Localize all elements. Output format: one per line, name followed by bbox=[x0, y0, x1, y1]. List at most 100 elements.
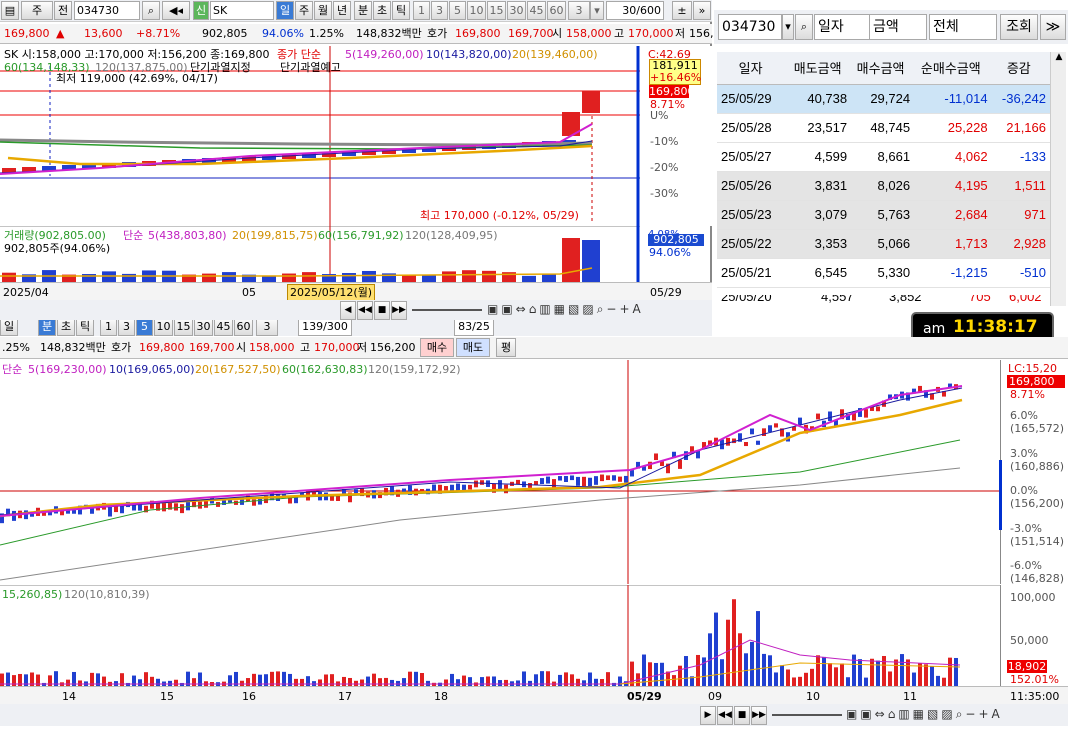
code-input-right[interactable]: 034730 bbox=[718, 14, 782, 40]
sell-button[interactable]: 매도 bbox=[456, 338, 490, 357]
col-change[interactable]: 증감 bbox=[991, 52, 1050, 85]
ask1-2: 169,800 bbox=[139, 341, 185, 354]
rewind-button-2[interactable]: ▶ bbox=[700, 706, 716, 725]
table-row[interactable]: 25/05/26 3,831 8,026 4,195 1,511 bbox=[717, 171, 1050, 201]
volume-bar bbox=[492, 676, 496, 686]
volume-bar bbox=[756, 611, 760, 686]
stop-button[interactable]: ■ bbox=[374, 301, 390, 320]
ask-label-2: 호가 bbox=[111, 341, 132, 354]
interval-60[interactable]: 60 bbox=[547, 1, 566, 20]
interval2-3[interactable]: 3 bbox=[118, 320, 135, 336]
prev-button[interactable]: ◀◀ bbox=[357, 301, 373, 320]
unit-input[interactable]: 3 bbox=[568, 1, 590, 20]
unit-input-2[interactable]: 3 bbox=[256, 320, 278, 336]
axis2-p3: -3.0% bbox=[1010, 522, 1042, 535]
volume-bar bbox=[846, 677, 850, 686]
volume-bar bbox=[202, 273, 216, 282]
candle bbox=[12, 510, 16, 521]
search-icon[interactable]: ⌕ bbox=[142, 1, 160, 20]
col-net[interactable]: 순매수금액 bbox=[914, 52, 992, 85]
tool-icons-2[interactable]: ▣▣⇔⌂▥▦▧▨⌕−+A bbox=[846, 707, 1066, 723]
plus-minus-icon[interactable]: ± bbox=[672, 1, 692, 20]
tab-second-2[interactable]: 초 bbox=[57, 320, 75, 336]
speaker-icon[interactable]: ◀◂ bbox=[162, 1, 190, 20]
tab-tick-2[interactable]: 틱 bbox=[76, 320, 94, 336]
interval2-45[interactable]: 45 bbox=[214, 320, 233, 336]
cell-date: 25/05/21 bbox=[717, 258, 789, 288]
interval-10[interactable]: 10 bbox=[467, 1, 486, 20]
cell-net: 4,195 bbox=[914, 171, 992, 201]
interval-45[interactable]: 45 bbox=[527, 1, 546, 20]
table-row[interactable]: 25/05/27 4,599 8,661 4,062 -133 bbox=[717, 142, 1050, 172]
cell-date: 25/05/27 bbox=[717, 142, 789, 172]
table-row[interactable]: 25/05/29 40,738 29,724 -11,014 -36,242 bbox=[717, 84, 1050, 114]
tab-day[interactable]: 일 bbox=[276, 1, 294, 20]
code-dropdown[interactable]: ▾ bbox=[782, 14, 794, 40]
vol2-axis-50k: 50,000 bbox=[1010, 634, 1049, 647]
interval2-15[interactable]: 15 bbox=[174, 320, 193, 336]
buy-button[interactable]: 매수 bbox=[420, 338, 454, 357]
interval-15[interactable]: 15 bbox=[487, 1, 506, 20]
next-button[interactable]: ▶▶ bbox=[391, 301, 407, 320]
count-field-2[interactable]: 139/300 bbox=[298, 320, 352, 336]
even-button[interactable]: 평 bbox=[496, 338, 516, 357]
next-page-button[interactable]: ≫ bbox=[1040, 14, 1066, 40]
amount-select[interactable]: 금액 bbox=[869, 14, 927, 40]
period-select[interactable]: 주 bbox=[21, 1, 53, 20]
tab-month[interactable]: 월 bbox=[314, 1, 332, 20]
table-row[interactable]: 25/05/22 3,353 5,066 1,713 2,928 bbox=[717, 229, 1050, 259]
high-label-2: 고 bbox=[300, 341, 311, 354]
search-icon-right[interactable]: ⌕ bbox=[795, 14, 813, 40]
stop-button-2[interactable]: ■ bbox=[734, 706, 750, 725]
unit-dropdown[interactable]: ▾ bbox=[590, 1, 604, 20]
col-sell[interactable]: 매도금액 bbox=[788, 52, 852, 85]
tab-year[interactable]: 년 bbox=[333, 1, 351, 20]
table-row[interactable]: 25/05/21 6,545 5,330 -1,215 -510 bbox=[717, 258, 1050, 288]
time-10: 10 bbox=[806, 690, 820, 703]
volume-bar bbox=[858, 659, 862, 686]
nav-icon[interactable]: ▤ bbox=[1, 1, 19, 20]
double-right-icon[interactable]: » bbox=[693, 1, 711, 20]
overheat-warning-tag: 단기과열예고 bbox=[280, 61, 341, 74]
minute-price-chart[interactable] bbox=[0, 360, 1000, 584]
tab-day-2[interactable]: 일 bbox=[0, 320, 18, 336]
volume-bar bbox=[774, 672, 778, 686]
interval2-30[interactable]: 30 bbox=[194, 320, 213, 336]
tab-second[interactable]: 초 bbox=[373, 1, 391, 20]
interval-5[interactable]: 5 bbox=[449, 1, 466, 20]
count-field[interactable]: 30/600 bbox=[606, 1, 664, 20]
table-row[interactable]: 25/05/28 23,517 48,745 25,228 21,166 bbox=[717, 113, 1050, 143]
zoom-slider[interactable] bbox=[412, 309, 482, 311]
tool-icons[interactable]: ▣▣⇔⌂▥▦▧▨⌕−+A bbox=[487, 302, 707, 318]
interval-1[interactable]: 1 bbox=[413, 1, 430, 20]
interval2-1[interactable]: 1 bbox=[100, 320, 117, 336]
table-row[interactable]: 25/05/23 3,079 5,763 2,684 971 bbox=[717, 200, 1050, 230]
cell-net: -1,215 bbox=[914, 258, 992, 288]
code-input[interactable]: 034730 bbox=[74, 1, 140, 20]
scope-select[interactable]: 전체 bbox=[929, 14, 997, 40]
col-buy[interactable]: 매수금액 bbox=[851, 52, 915, 85]
tab-week[interactable]: 주 bbox=[295, 1, 313, 20]
date-select[interactable]: 일자 bbox=[814, 14, 874, 40]
ma2-5-legend: 5(169,230,00) bbox=[28, 363, 107, 376]
interval2-10[interactable]: 10 bbox=[154, 320, 173, 336]
stock-name-field[interactable]: SK bbox=[210, 1, 274, 20]
cell-buy: 5,066 bbox=[851, 229, 915, 259]
tab-minute-2[interactable]: 분 bbox=[38, 320, 56, 336]
interval2-5[interactable]: 5 bbox=[136, 320, 153, 336]
zoom-slider-2[interactable] bbox=[772, 714, 842, 716]
query-button[interactable]: 조회 bbox=[1000, 14, 1038, 40]
tab-minute[interactable]: 분 bbox=[354, 1, 372, 20]
count-field-3[interactable]: 83/25 bbox=[454, 320, 494, 336]
interval-3[interactable]: 3 bbox=[431, 1, 448, 20]
time-18: 18 bbox=[434, 690, 448, 703]
type-select[interactable]: 전 bbox=[54, 1, 72, 20]
tab-tick[interactable]: 틱 bbox=[392, 1, 410, 20]
col-date[interactable]: 일자 bbox=[717, 52, 789, 85]
rewind-button[interactable]: ◀ bbox=[340, 301, 356, 320]
table-scrollbar[interactable]: ▲ bbox=[1050, 52, 1066, 306]
prev-button-2[interactable]: ◀◀ bbox=[717, 706, 733, 725]
next-button-2[interactable]: ▶▶ bbox=[751, 706, 767, 725]
interval2-60[interactable]: 60 bbox=[234, 320, 253, 336]
interval-30[interactable]: 30 bbox=[507, 1, 526, 20]
